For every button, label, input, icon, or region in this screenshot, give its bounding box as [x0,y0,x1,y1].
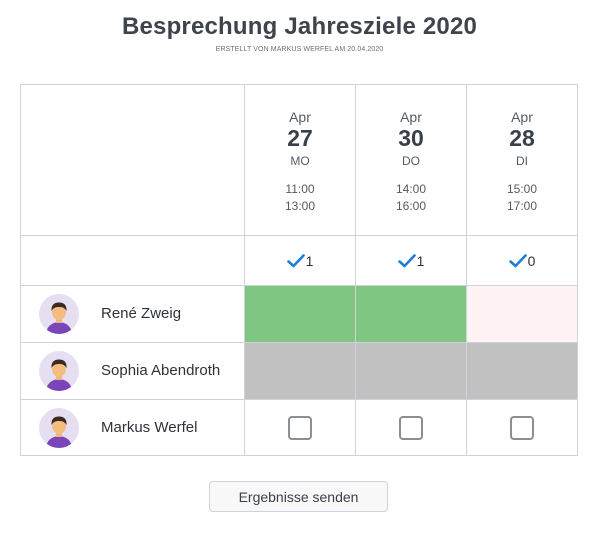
time-end: 16:00 [395,199,427,213]
time-end: 17:00 [506,199,538,213]
answer-maybe-cell [467,286,577,342]
check-icon [286,254,305,268]
vote-count-value: 1 [416,253,425,269]
vote-count-value: 0 [527,253,536,269]
answer-none-cell [467,343,577,399]
answer-none-cell [356,343,466,399]
time-start: 14:00 [395,182,427,196]
time-start: 11:00 [285,182,315,196]
date-option-3: Apr 28 DI 15:00 17:00 [467,85,577,235]
vote-checkbox-3[interactable] [510,416,534,440]
avatar-icon [39,294,79,334]
vote-checkbox-1[interactable] [288,416,312,440]
date-option-1: Apr 27 MO 11:00 13:00 [245,85,355,235]
avatar-icon [39,408,79,448]
date-day: 30 [398,125,424,151]
avatar-icon [39,351,79,391]
date-weekday: DO [402,154,420,168]
date-option-2: Apr 30 DO 14:00 16:00 [356,85,466,235]
vote-checkbox-2[interactable] [399,416,423,440]
time-end: 13:00 [284,199,316,213]
time-start: 15:00 [506,182,538,196]
vote-count-2: 1 [356,237,466,285]
poll-table: Apr 27 MO 11:00 13:00 Apr 30 DO 14:00 16… [20,84,578,456]
date-month: Apr [400,109,422,125]
submit-results-button[interactable]: Ergebnisse senden [209,481,388,512]
vote-count-3: 0 [467,237,577,285]
participant-name: Sophia Abendroth [101,362,221,379]
date-day: 28 [509,125,535,151]
participant-name: René Zweig [101,305,182,322]
vote-count-1: 1 [245,237,355,285]
answer-none-cell [245,343,355,399]
row-divider [21,235,577,236]
poll-title: Besprechung Jahresziele 2020 [121,13,478,40]
date-month: Apr [511,109,533,125]
check-icon [397,254,416,268]
participant-name: Markus Werfel [101,419,198,436]
date-month: Apr [289,109,311,125]
date-day: 27 [287,125,313,151]
answer-yes-cell [245,286,355,342]
date-weekday: DI [516,154,528,168]
check-icon [508,254,527,268]
answer-yes-cell [356,286,466,342]
poll-subtitle: ERSTELLT VON MARKUS WERFEL AM 20.04.2020 [215,46,384,53]
vote-count-value: 1 [305,253,314,269]
date-weekday: MO [290,154,310,168]
